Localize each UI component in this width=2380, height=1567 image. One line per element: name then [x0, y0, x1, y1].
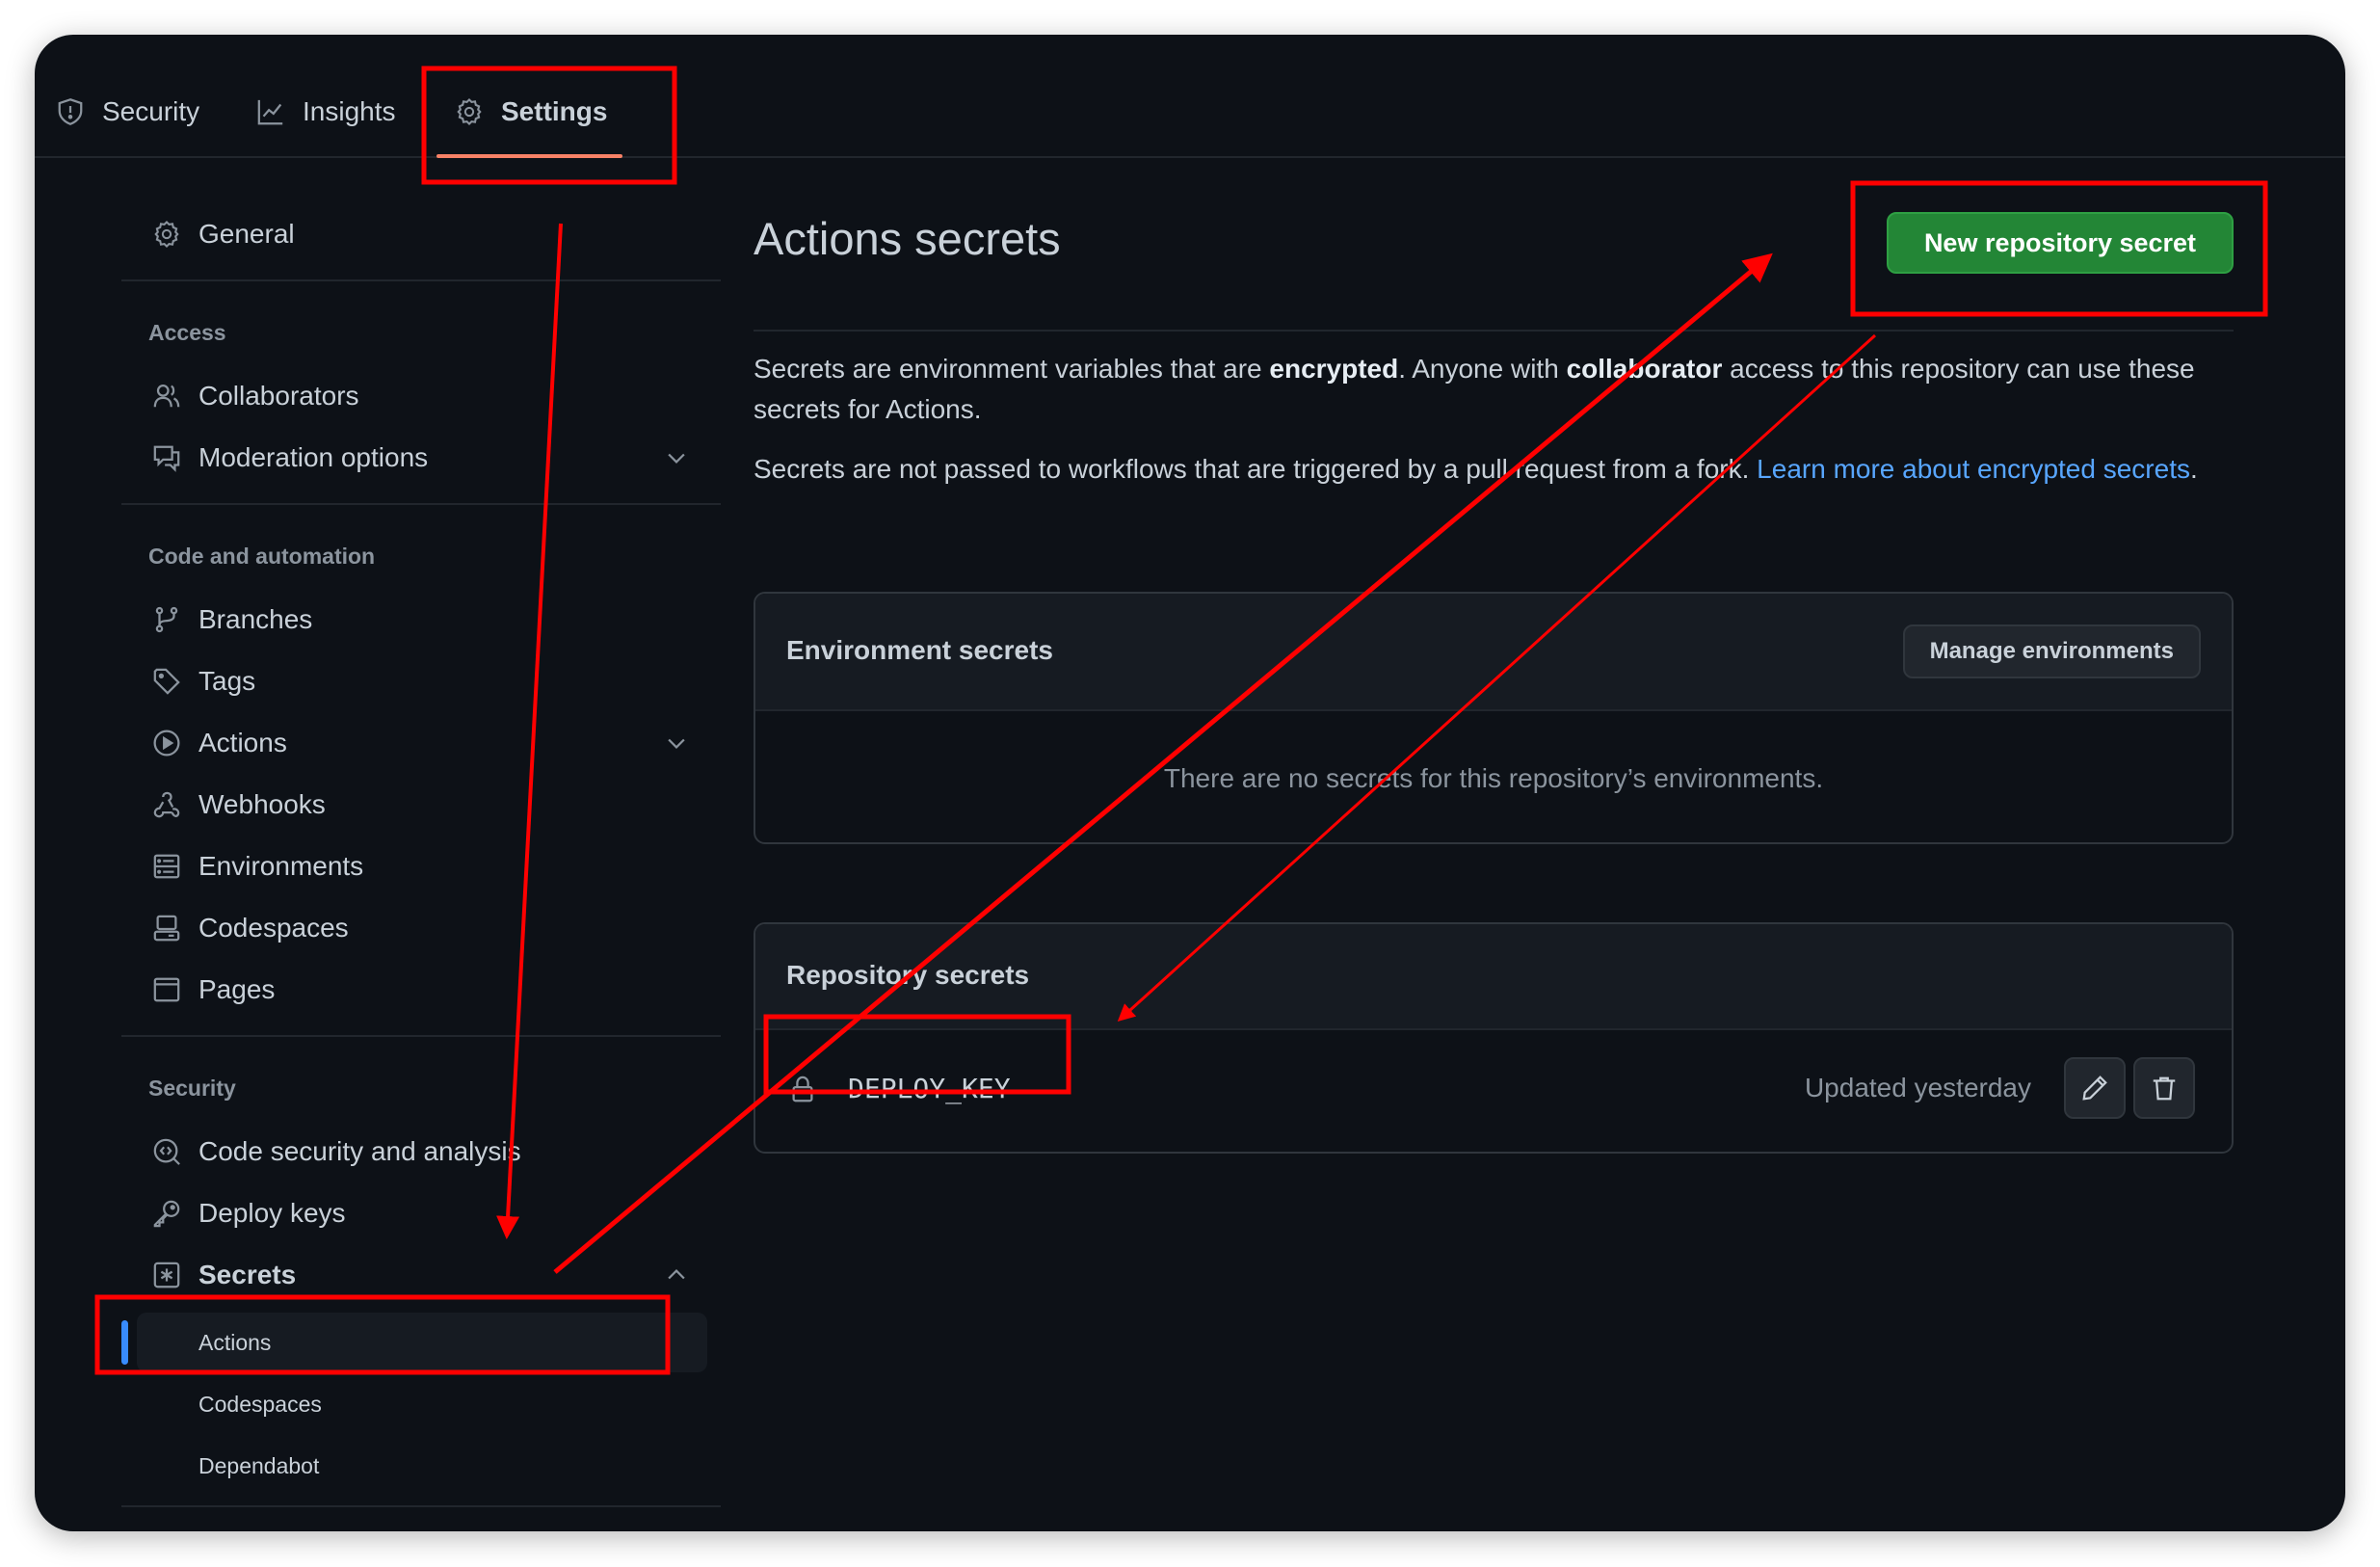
sidebar-item-label: Tags: [198, 666, 256, 696]
report-icon: [153, 445, 180, 472]
text: . Anyone with: [1398, 354, 1567, 384]
browser-window: Security Insights Settings General Acces…: [35, 35, 2345, 1531]
repository-secrets-box: Repository secrets DEPLOY_KEY Updated ye…: [754, 922, 2234, 1154]
learn-more-link[interactable]: Learn more about encrypted secrets: [1757, 454, 2190, 484]
trash-icon: [2153, 1076, 2176, 1101]
sidebar-item-label: General: [198, 219, 295, 249]
chevron-down-icon[interactable]: [663, 444, 690, 471]
sidebar-item-label: Webhooks: [198, 789, 326, 819]
environment-secrets-empty-message: There are no secrets for this repository…: [1163, 763, 1824, 793]
environment-secrets-title: Environment secrets: [786, 635, 1053, 665]
chevron-up-icon[interactable]: [663, 1262, 690, 1288]
browser-icon: [153, 977, 180, 1002]
sidebar-item-label: Moderation options: [198, 442, 429, 472]
sidebar-subitem-secrets-codespaces[interactable]: Codespaces: [198, 1385, 322, 1423]
secret-name: DEPLOY_KEY: [848, 1073, 1011, 1104]
graph-icon: [257, 99, 283, 125]
sidebar-subitem-secrets-dependabot[interactable]: Dependabot: [198, 1447, 319, 1485]
server-icon: [153, 854, 180, 879]
codespaces-icon: [153, 915, 180, 942]
section-label-code-and-automation: Code and automation: [148, 544, 376, 569]
sidebar-item-collaborators[interactable]: Collaborators: [152, 369, 692, 423]
section-label-access: Access: [148, 320, 226, 345]
description-paragraph-1: Secrets are environment variables that a…: [754, 349, 2199, 430]
settings-sidebar: General Access Collaborators Moderation …: [35, 158, 757, 1531]
key-icon: [153, 1200, 180, 1228]
sidebar-divider: [121, 1035, 721, 1037]
secret-updated-time: Updated yesterday: [1804, 1073, 2031, 1102]
delete-secret-button[interactable]: [2133, 1057, 2195, 1119]
text: .: [2189, 454, 2198, 484]
emphasis-collaborator: collaborator: [1566, 354, 1723, 384]
sidebar-divider: [121, 279, 721, 281]
section-label-security: Security: [148, 1076, 236, 1101]
sidebar-active-indicator: [121, 1320, 128, 1365]
play-icon: [153, 730, 180, 757]
environment-secrets-box: Environment secrets Manage environments …: [754, 592, 2234, 844]
sidebar-item-deploy-keys[interactable]: Deploy keys: [152, 1186, 692, 1240]
sidebar-item-webhooks[interactable]: Webhooks: [152, 778, 692, 832]
new-repository-secret-button[interactable]: New repository secret: [1887, 212, 2234, 274]
sidebar-item-label: Actions: [198, 728, 287, 757]
title-divider: [754, 330, 2234, 332]
sidebar-divider: [121, 1505, 721, 1507]
page-title: Actions secrets: [754, 213, 1061, 264]
sidebar-item-label: Branches: [198, 604, 313, 634]
sidebar-item-label: Collaborators: [198, 381, 359, 411]
asterisk-icon: [153, 1262, 180, 1288]
text: Secrets are not passed to workflows that…: [754, 454, 1758, 484]
description-paragraph-2: Secrets are not passed to workflows that…: [754, 449, 2199, 490]
sidebar-item-label: Secrets: [198, 1260, 297, 1289]
secret-row: DEPLOY_KEY Updated yesterday: [755, 1030, 2232, 1152]
sidebar-item-label: Deploy keys: [198, 1198, 346, 1228]
sidebar-item-moderation-options[interactable]: Moderation options: [152, 431, 692, 485]
shield-icon: [58, 98, 83, 125]
sidebar-divider: [121, 503, 721, 505]
sidebar-item-label: Environments: [198, 851, 364, 881]
gear-icon: [457, 97, 482, 126]
sidebar-item-branches[interactable]: Branches: [152, 593, 692, 647]
tab-security[interactable]: Security: [56, 91, 199, 133]
chevron-down-icon[interactable]: [663, 730, 690, 757]
sidebar-item-pages[interactable]: Pages: [152, 963, 692, 1017]
tab-insights-label: Insights: [303, 96, 396, 126]
sidebar-item-general[interactable]: General: [152, 207, 692, 261]
tab-security-label: Security: [102, 96, 200, 126]
webhook-icon: [153, 791, 180, 818]
edit-secret-button[interactable]: [2064, 1057, 2126, 1119]
sidebar-item-codespaces[interactable]: Codespaces: [152, 901, 692, 955]
sidebar-item-secrets[interactable]: Secrets: [152, 1248, 692, 1302]
tag-icon: [153, 668, 180, 695]
emphasis-encrypted: encrypted: [1269, 354, 1399, 384]
sidebar-subitem-secrets-actions[interactable]: Actions: [198, 1323, 271, 1362]
lock-icon: [792, 1076, 813, 1102]
sidebar-item-tags[interactable]: Tags: [152, 654, 692, 708]
sidebar-item-actions[interactable]: Actions: [152, 716, 692, 770]
tab-settings[interactable]: Settings: [455, 91, 607, 133]
tab-settings-label: Settings: [501, 96, 608, 126]
sidebar-item-label: Codespaces: [198, 913, 349, 943]
repo-tabs: Security Insights Settings: [35, 35, 2345, 158]
repository-secrets-header: Repository secrets: [755, 924, 2232, 1030]
repository-secrets-title: Repository secrets: [786, 960, 1030, 990]
gear-icon: [154, 220, 179, 249]
manage-environments-button[interactable]: Manage environments: [1902, 624, 2201, 678]
sidebar-item-label: Code security and analysis: [198, 1136, 521, 1166]
environment-secrets-header: Environment secrets Manage environments: [755, 594, 2232, 711]
people-icon: [153, 385, 180, 408]
sidebar-item-label: Pages: [198, 974, 276, 1004]
codescan-icon: [153, 1138, 180, 1165]
sidebar-item-code-security-and-analysis[interactable]: Code security and analysis: [152, 1125, 692, 1179]
sidebar-item-environments[interactable]: Environments: [152, 839, 692, 893]
git-branch-icon: [155, 606, 178, 633]
tab-insights[interactable]: Insights: [256, 91, 396, 133]
text: Secrets are environment variables that a…: [754, 354, 1270, 384]
pencil-icon: [2082, 1076, 2107, 1101]
